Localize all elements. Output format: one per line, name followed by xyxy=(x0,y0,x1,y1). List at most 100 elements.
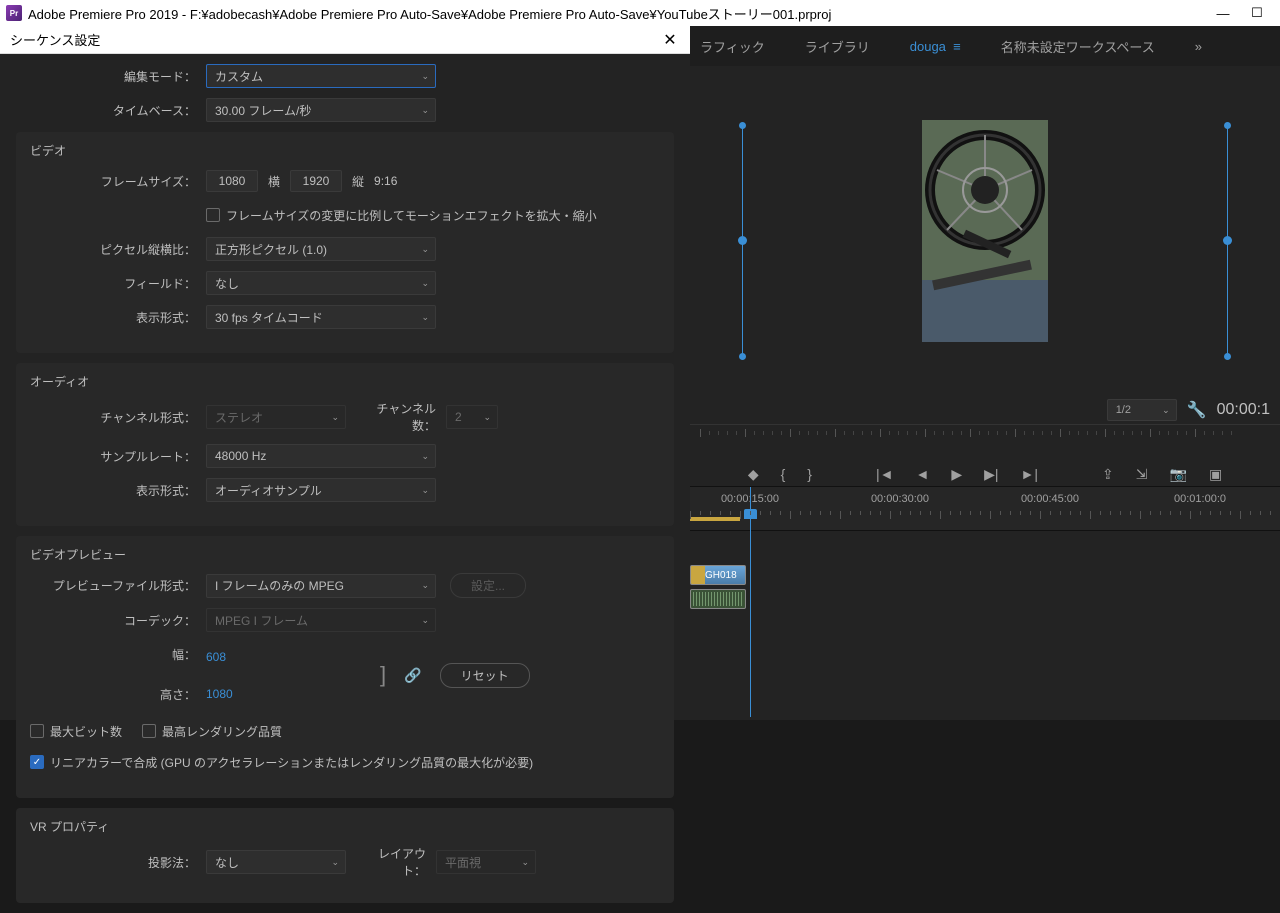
marker-icon[interactable]: ◆ xyxy=(748,466,759,483)
frame-size-label: フレームサイズ： xyxy=(30,173,206,190)
timeline-mark: 00:00:45:00 xyxy=(1021,493,1079,505)
play-icon[interactable]: ▶ xyxy=(951,466,962,483)
preview-format-label: プレビューファイル形式： xyxy=(30,577,206,594)
wrench-icon[interactable]: 🔧 xyxy=(1187,400,1207,420)
dialog-titlebar: シーケンス設定 ✕ xyxy=(0,26,690,54)
fields-select[interactable]: なし⌄ xyxy=(206,271,436,295)
chevron-down-icon: ⌄ xyxy=(521,857,529,868)
channel-count-label: チャンネル数： xyxy=(346,400,446,434)
fields-label: フィールド： xyxy=(30,275,206,292)
chevron-down-icon: ⌄ xyxy=(421,615,429,626)
close-icon[interactable]: ✕ xyxy=(660,30,680,50)
max-bit-depth-checkbox[interactable] xyxy=(30,724,44,738)
reset-button[interactable]: リセット xyxy=(440,663,530,688)
lift-icon[interactable]: ⇪ xyxy=(1102,466,1114,483)
vr-section: VR プロパティ 投影法： なし⌄ レイアウト： 平面視⌄ xyxy=(16,808,674,903)
window-title: Adobe Premiere Pro 2019 - F:¥adobecash¥A… xyxy=(28,4,1206,23)
chevron-down-icon: ⌄ xyxy=(421,485,429,496)
export-frame-icon[interactable]: 📷 xyxy=(1170,466,1187,483)
minimize-button[interactable]: — xyxy=(1206,2,1240,24)
chevron-down-icon: ⌄ xyxy=(421,105,429,116)
timeline-panel: 00:00:15:00 00:00:30:00 00:00:45:00 00:0… xyxy=(690,486,1280,720)
edit-mode-select[interactable]: カスタム⌄ xyxy=(206,64,436,88)
edit-mode-label: 編集モード： xyxy=(16,68,206,85)
max-render-quality-checkbox[interactable] xyxy=(142,724,156,738)
scale-motion-checkbox[interactable] xyxy=(206,208,220,222)
preview-width-value[interactable]: 608 xyxy=(206,650,226,664)
playhead[interactable] xyxy=(750,487,751,717)
linear-color-label: リニアカラーで合成 (GPU のアクセラレーションまたはレンダリング品質の最大化… xyxy=(50,754,533,771)
workspace-tab[interactable]: ラフィック xyxy=(700,37,765,56)
preview-height-value[interactable]: 1080 xyxy=(206,687,233,701)
audio-display-select[interactable]: オーディオサンプル⌄ xyxy=(206,478,436,502)
scale-motion-label: フレームサイズの変更に比例してモーションエフェクトを拡大・縮小 xyxy=(226,207,597,224)
audio-section: オーディオ チャンネル形式： ステレオ⌄ チャンネル数： 2⌄ サンプルレート：… xyxy=(16,363,674,526)
chevron-down-icon: ⌄ xyxy=(331,412,339,423)
link-icon[interactable]: 🔗 xyxy=(404,667,421,684)
projection-label: 投影法： xyxy=(30,854,206,871)
max-bit-depth-label: 最大ビット数 xyxy=(50,723,122,740)
timeline-ruler[interactable]: 00:00:15:00 00:00:30:00 00:00:45:00 00:0… xyxy=(690,487,1280,531)
program-monitor[interactable] xyxy=(690,66,1280,396)
frame-h-unit: 縦 xyxy=(342,173,374,190)
linear-color-checkbox[interactable]: ✓ xyxy=(30,755,44,769)
workspace-overflow[interactable]: » xyxy=(1195,39,1202,54)
zoom-select[interactable]: 1/2⌄ xyxy=(1107,399,1177,421)
audio-clip[interactable] xyxy=(690,589,746,609)
chevron-down-icon: ⌄ xyxy=(421,312,429,323)
height-label: 高さ： xyxy=(30,686,206,703)
goto-in-icon[interactable]: |◄ xyxy=(876,466,894,482)
chevron-down-icon: ⌄ xyxy=(421,278,429,289)
codec-label: コーデック： xyxy=(30,612,206,629)
video-clip[interactable]: GH018 xyxy=(690,565,746,585)
timeline-mark: 00:01:00:0 xyxy=(1174,493,1226,505)
out-point-icon[interactable]: } xyxy=(807,466,812,482)
workspace-bar: ラフィック ライブラリ douga ≡ 名称未設定ワークスペース » xyxy=(690,26,1280,66)
layout-label: レイアウト： xyxy=(346,845,436,879)
audio-display-label: 表示形式： xyxy=(30,482,206,499)
chevron-down-icon: ⌄ xyxy=(483,412,491,423)
width-label: 幅： xyxy=(30,646,206,663)
monitor-timecode[interactable]: 00:00:1 xyxy=(1217,401,1270,419)
chevron-down-icon: ⌄ xyxy=(421,580,429,591)
out-handle[interactable] xyxy=(1227,126,1228,356)
projection-select[interactable]: なし⌄ xyxy=(206,850,346,874)
dialog-title: シーケンス設定 xyxy=(10,30,660,49)
timebase-select[interactable]: 30.00 フレーム/秒⌄ xyxy=(206,98,436,122)
layout-select: 平面視⌄ xyxy=(436,850,536,874)
step-back-icon[interactable]: ◄ xyxy=(915,466,929,482)
workspace-tab[interactable]: 名称未設定ワークスペース xyxy=(1001,37,1155,56)
workspace-tab[interactable]: ライブラリ xyxy=(805,37,870,56)
display-format-select[interactable]: 30 fps タイムコード⌄ xyxy=(206,305,436,329)
channel-count-select: 2⌄ xyxy=(446,405,498,429)
chevron-down-icon: ⌄ xyxy=(421,71,429,82)
work-area-bar[interactable] xyxy=(690,517,740,521)
chevron-down-icon: ⌄ xyxy=(421,451,429,462)
preview-image xyxy=(922,120,1048,342)
channel-format-select: ステレオ⌄ xyxy=(206,405,346,429)
preview-format-select[interactable]: I フレームのみの MPEG⌄ xyxy=(206,574,436,598)
codec-select: MPEG I フレーム⌄ xyxy=(206,608,436,632)
video-section: ビデオ フレームサイズ： 1080 横 1920 縦 9:16 フレームサイズの… xyxy=(16,132,674,353)
chevron-down-icon: ⌄ xyxy=(421,244,429,255)
frame-width-input[interactable]: 1080 xyxy=(206,170,258,192)
frame-height-input[interactable]: 1920 xyxy=(290,170,342,192)
monitor-ruler[interactable] xyxy=(690,424,1280,454)
maximize-button[interactable]: ☐ xyxy=(1240,2,1274,24)
bracket-icon: ] xyxy=(380,662,386,688)
in-point-icon[interactable]: { xyxy=(781,466,786,482)
sample-rate-select[interactable]: 48000 Hz⌄ xyxy=(206,444,436,468)
in-handle[interactable] xyxy=(742,126,743,356)
channel-format-label: チャンネル形式： xyxy=(30,409,206,426)
pixel-aspect-label: ピクセル縦横比： xyxy=(30,241,206,258)
compare-icon[interactable]: ▣ xyxy=(1209,466,1222,483)
video-preview-section: ビデオプレビュー プレビューファイル形式： I フレームのみの MPEG⌄ 設定… xyxy=(16,536,674,798)
goto-out-icon[interactable]: ►| xyxy=(1021,466,1039,482)
workspace-tab-active[interactable]: douga ≡ xyxy=(910,39,961,54)
pixel-aspect-select[interactable]: 正方形ピクセル (1.0)⌄ xyxy=(206,237,436,261)
app-logo-icon: Pr xyxy=(6,5,22,21)
extract-icon[interactable]: ⇲ xyxy=(1136,466,1148,483)
step-forward-icon[interactable]: ▶| xyxy=(984,466,998,483)
timebase-label: タイムベース： xyxy=(16,102,206,119)
window-titlebar: Pr Adobe Premiere Pro 2019 - F:¥adobecas… xyxy=(0,0,1280,26)
